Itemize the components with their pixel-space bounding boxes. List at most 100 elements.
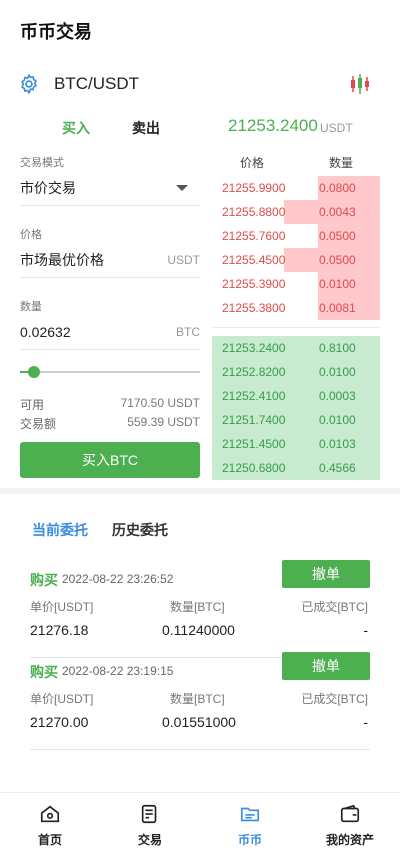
- candlestick-icon[interactable]: [348, 72, 372, 96]
- bid-price: 21251.4500: [222, 437, 286, 451]
- chevron-down-icon: [176, 185, 188, 191]
- bid-qty: 0.0100: [319, 365, 356, 379]
- nav-assets[interactable]: 我的资产: [300, 803, 400, 853]
- ask-row[interactable]: 21255.4500 0.0500: [212, 248, 380, 272]
- bid-row[interactable]: 21250.6800 0.4566: [212, 456, 380, 480]
- order-tabs: 当前委托 历史委托: [32, 520, 232, 540]
- ask-row[interactable]: 21255.3900 0.0100: [212, 272, 380, 296]
- quantity-slider[interactable]: [20, 365, 200, 379]
- bid-price: 21250.6800: [222, 461, 286, 475]
- nav-trade-label: 交易: [137, 833, 162, 847]
- bid-row[interactable]: 21252.4100 0.0003: [212, 384, 380, 408]
- bid-qty: 0.8100: [319, 341, 356, 355]
- trade-tabs: 买入 卖出: [20, 118, 200, 136]
- trade-icon: [141, 804, 157, 824]
- order-time: 2022-08-22 23:26:52: [62, 572, 174, 586]
- bid-price: 21251.7400: [222, 413, 286, 427]
- gear-icon[interactable]: [18, 73, 40, 95]
- cancel-order-button[interactable]: 撤单: [282, 560, 370, 588]
- ask-price: 21255.4500: [222, 253, 286, 267]
- pair-selector[interactable]: BTC/USDT: [18, 70, 382, 98]
- order-side: 购买: [30, 572, 58, 588]
- ask-row[interactable]: 21255.7600 0.0500: [212, 224, 380, 248]
- tab-buy[interactable]: 买入: [62, 118, 90, 138]
- order-price: 21270.00: [30, 714, 89, 730]
- bid-price: 21253.2400: [222, 341, 286, 355]
- ask-price: 21255.3900: [222, 277, 286, 291]
- qty-unit: BTC: [176, 324, 200, 339]
- bid-price: 21252.8200: [222, 365, 286, 379]
- price-label: 价格: [20, 229, 42, 241]
- mode-label: 交易模式: [20, 157, 64, 169]
- ask-row[interactable]: 21255.8800 0.0043: [212, 200, 380, 224]
- nav-trade[interactable]: 交易: [100, 803, 200, 853]
- nav-coin-label: 币币: [237, 833, 262, 847]
- order-filled-header: 已成交[BTC]: [301, 692, 368, 706]
- mode-select[interactable]: 市价交易: [20, 170, 200, 206]
- order-card: 购买 2022-08-22 23:26:52 撤单 单价[USDT] 数量[BT…: [30, 560, 370, 658]
- bottom-nav: 首页 交易 币币 我的资产: [0, 792, 400, 861]
- available-row: 可用 7170.50 USDT: [20, 396, 200, 413]
- book-divider: [212, 327, 380, 328]
- order-filled-header: 已成交[BTC]: [301, 600, 368, 614]
- bid-row[interactable]: 21252.8200 0.0100: [212, 360, 380, 384]
- slider-track: [20, 371, 200, 373]
- order-qty: 0.11240000: [162, 622, 235, 638]
- order-side: 购买: [30, 664, 58, 680]
- amount-row: 交易额 559.39 USDT: [20, 415, 200, 432]
- ask-row[interactable]: 21255.3800 0.0081: [212, 296, 380, 320]
- home-icon: [40, 805, 60, 823]
- available-value: 7170.50 USDT: [120, 396, 200, 410]
- last-price-unit: USDT: [320, 121, 353, 135]
- ask-qty: 0.0043: [319, 205, 356, 219]
- quantity-field[interactable]: 0.02632 BTC: [20, 314, 200, 350]
- pair-name: BTC/USDT: [54, 74, 139, 93]
- bid-qty: 0.0003: [319, 389, 356, 403]
- cancel-order-button[interactable]: 撤单: [282, 652, 370, 680]
- bid-qty: 0.4566: [319, 461, 356, 475]
- qty-header: 数量: [329, 156, 354, 170]
- last-price: 21253.2400: [228, 116, 318, 135]
- ask-qty: 0.0100: [319, 277, 356, 291]
- order-qty-header: 数量[BTC]: [170, 692, 225, 706]
- order-qty: 0.01551000: [162, 714, 236, 730]
- mode-value: 市价交易: [20, 179, 76, 196]
- qty-value: 0.02632: [20, 323, 71, 340]
- coin-icon: [240, 807, 260, 822]
- amount-value: 559.39 USDT: [127, 415, 200, 429]
- nav-coin[interactable]: 币币: [200, 803, 300, 853]
- order-filled: -: [363, 622, 368, 638]
- qty-label: 数量: [20, 301, 42, 313]
- bid-row[interactable]: 21251.7400 0.0100: [212, 408, 380, 432]
- tab-current-orders[interactable]: 当前委托: [32, 520, 88, 540]
- ask-price: 21255.3800: [222, 301, 286, 315]
- price-field[interactable]: 市场最优价格 USDT: [20, 242, 200, 278]
- order-filled: -: [363, 714, 368, 730]
- ask-qty: 0.0500: [319, 253, 356, 267]
- tab-order-history[interactable]: 历史委托: [112, 520, 168, 540]
- nav-home-label: 首页: [37, 833, 62, 847]
- order-price-header: 单价[USDT]: [30, 600, 94, 614]
- ask-qty: 0.0800: [319, 181, 356, 195]
- section-divider: [0, 488, 400, 494]
- order-price: 21276.18: [30, 622, 89, 638]
- order-time: 2022-08-22 23:19:15: [62, 664, 174, 678]
- wallet-icon: [340, 804, 360, 823]
- ask-row[interactable]: 21255.9900 0.0800: [212, 176, 380, 200]
- ask-price: 21255.7600: [222, 229, 286, 243]
- order-qty-header: 数量[BTC]: [170, 600, 225, 614]
- slider-thumb[interactable]: [28, 366, 40, 378]
- available-label: 可用: [20, 398, 45, 412]
- ask-price: 21255.8800: [222, 205, 286, 219]
- amount-label: 交易额: [20, 417, 57, 431]
- bid-row[interactable]: 21253.2400 0.8100: [212, 336, 380, 360]
- tab-sell[interactable]: 卖出: [132, 118, 160, 138]
- buy-btc-button[interactable]: 买入BTC: [20, 442, 200, 478]
- nav-assets-label: 我的资产: [325, 833, 374, 847]
- ask-qty: 0.0081: [319, 301, 356, 315]
- nav-home[interactable]: 首页: [0, 803, 100, 853]
- bid-row[interactable]: 21251.4500 0.0103: [212, 432, 380, 456]
- order-card: 购买 2022-08-22 23:19:15 撤单 单价[USDT] 数量[BT…: [30, 652, 370, 750]
- bid-qty: 0.0100: [319, 413, 356, 427]
- ask-qty: 0.0500: [319, 229, 356, 243]
